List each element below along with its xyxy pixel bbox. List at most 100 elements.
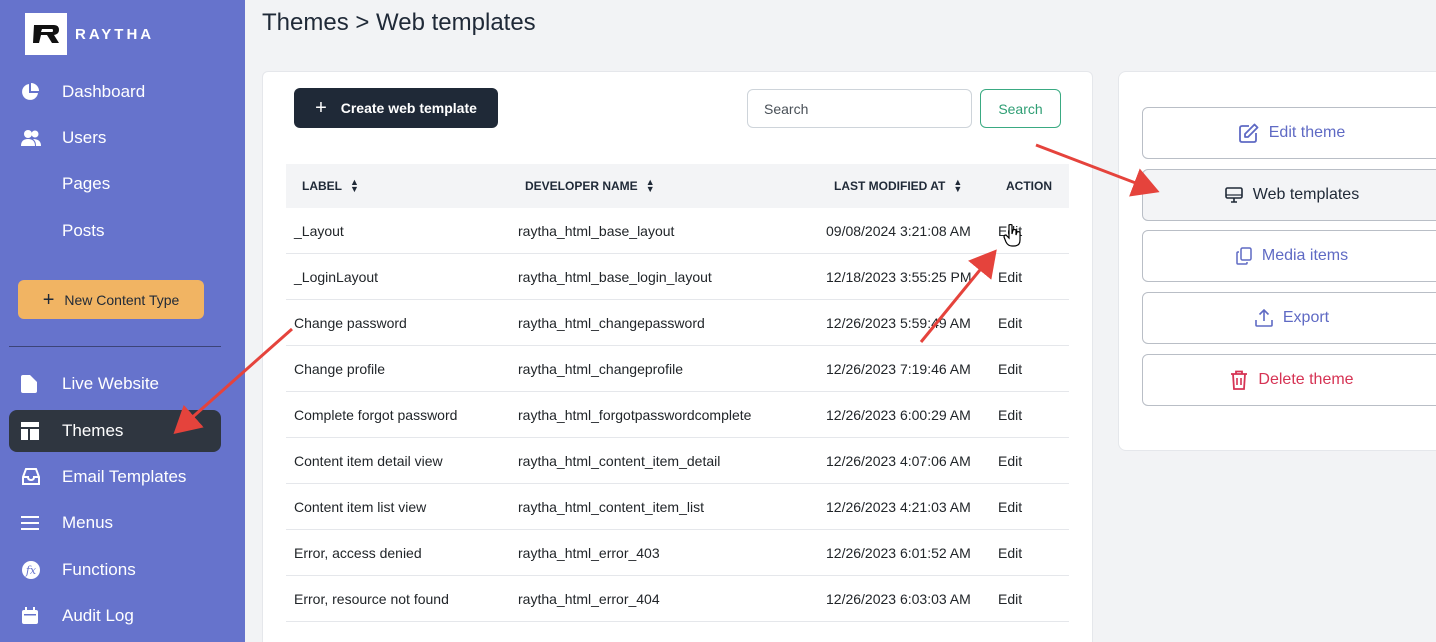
edit-link[interactable]: Edit: [998, 576, 1022, 622]
edit-link[interactable]: Edit: [998, 392, 1022, 438]
cell-modified: 12/26/2023 4:21:03 AM: [826, 499, 971, 515]
column-header-text: LABEL: [302, 179, 342, 193]
sidebar-item-pages[interactable]: Pages: [9, 163, 221, 205]
cell-modified: 12/26/2023 4:07:06 AM: [826, 453, 971, 469]
sidebar: RAYTHA Dashboard Users Pages Posts + New…: [0, 0, 245, 642]
sidebar-item-functions[interactable]: fx Functions: [9, 549, 221, 591]
brand-logo[interactable]: RAYTHA: [25, 13, 154, 55]
cell-developer-name: raytha_html_base_layout: [518, 223, 675, 239]
sidebar-item-audit-log[interactable]: Audit Log: [9, 595, 221, 637]
edit-link[interactable]: Edit: [998, 530, 1022, 576]
sidebar-item-email-templates[interactable]: Email Templates: [9, 456, 221, 498]
hand-cursor-icon: [1003, 224, 1021, 247]
edit-link[interactable]: Edit: [998, 254, 1022, 300]
column-header-text: ACTION: [1006, 179, 1052, 193]
table-row: _Layout raytha_html_base_layout 09/08/20…: [286, 208, 1069, 254]
cell-developer-name: raytha_html_base_login_layout: [518, 269, 712, 285]
edit-icon: [1238, 123, 1259, 143]
sidebar-item-label: Users: [62, 128, 107, 147]
cell-modified: 12/26/2023 6:01:52 AM: [826, 545, 971, 561]
table-row: Content item detail view raytha_html_con…: [286, 438, 1069, 484]
cell-developer-name: raytha_html_forgotpasswordcomplete: [518, 407, 752, 423]
cell-developer-name: raytha_html_error_404: [518, 591, 660, 607]
cell-developer-name: raytha_html_changeprofile: [518, 361, 683, 377]
raytha-logo-icon: [25, 13, 67, 55]
column-header-text: LAST MODIFIED AT: [834, 179, 946, 193]
cell-label: Change password: [294, 315, 407, 331]
users-icon: [21, 129, 51, 147]
column-header-text: DEVELOPER NAME: [525, 179, 638, 193]
cell-label: Content item detail view: [294, 453, 443, 469]
sidebar-item-label: Audit Log: [62, 606, 134, 625]
trash-icon: [1230, 370, 1248, 390]
table-row: Error, access denied raytha_html_error_4…: [286, 530, 1069, 576]
sidebar-item-users[interactable]: Users: [9, 117, 221, 159]
edit-link[interactable]: Edit: [998, 300, 1022, 346]
export-button[interactable]: Export: [1142, 292, 1436, 344]
column-header-last-modified[interactable]: LAST MODIFIED AT ▲ ▼: [834, 164, 962, 208]
function-icon: fx: [21, 560, 51, 580]
cell-modified: 12/18/2023 3:55:25 PM: [826, 269, 972, 285]
table-row: Error, resource not found raytha_html_er…: [286, 576, 1069, 622]
search-button[interactable]: Search: [980, 89, 1061, 128]
sidebar-item-label: Dashboard: [62, 82, 146, 101]
table-row: Change profile raytha_html_changeprofile…: [286, 346, 1069, 392]
sidebar-item-label: Pages: [62, 174, 111, 193]
sidebar-divider: [9, 346, 221, 347]
web-templates-button[interactable]: Web templates: [1142, 169, 1436, 221]
sidebar-item-live-website[interactable]: Live Website: [9, 363, 221, 405]
cell-modified: 12/26/2023 7:19:46 AM: [826, 361, 971, 377]
sidebar-item-menus[interactable]: Menus: [9, 502, 221, 544]
delete-theme-button[interactable]: Delete theme: [1142, 354, 1436, 406]
upload-icon: [1255, 309, 1273, 327]
calendar-icon: [21, 607, 51, 625]
column-header-label[interactable]: LABEL ▲ ▼: [302, 164, 359, 208]
export-label: Export: [1282, 309, 1330, 326]
sidebar-item-posts[interactable]: Posts: [9, 210, 221, 252]
sidebar-item-themes[interactable]: Themes: [9, 410, 221, 452]
table-row: _LoginLayout raytha_html_base_login_layo…: [286, 254, 1069, 300]
media-items-button[interactable]: Media items: [1142, 230, 1436, 282]
sidebar-item-label: Live Website: [62, 374, 160, 393]
table-row: Complete forgot password raytha_html_for…: [286, 392, 1069, 438]
new-content-type-label: New Content Type: [64, 291, 180, 308]
sort-icon: ▲ ▼: [350, 177, 359, 194]
column-header-developer-name[interactable]: DEVELOPER NAME ▲ ▼: [525, 164, 655, 208]
cell-label: Error, access denied: [294, 545, 422, 561]
page-title: Themes > Web templates: [262, 9, 536, 36]
table-row: Content item list view raytha_html_conte…: [286, 484, 1069, 530]
cell-label: Change profile: [294, 361, 386, 377]
create-web-template-button[interactable]: + Create web template: [294, 88, 498, 128]
search-input[interactable]: [747, 89, 972, 128]
cell-label: _LoginLayout: [294, 269, 379, 285]
plus-icon: +: [315, 97, 327, 119]
cell-label: _Layout: [294, 223, 344, 239]
sort-icon: ▲ ▼: [645, 177, 655, 194]
cell-label: Content item list view: [294, 499, 427, 515]
edit-theme-button[interactable]: Edit theme: [1142, 107, 1436, 159]
column-header-action: ACTION: [1006, 164, 1052, 208]
cell-developer-name: raytha_html_error_403: [518, 545, 660, 561]
cell-modified: 09/08/2024 3:21:08 AM: [826, 223, 971, 239]
sidebar-item-label: Posts: [62, 221, 105, 240]
create-web-template-label: Create web template: [340, 100, 477, 116]
sort-icon: ▲ ▼: [953, 177, 963, 194]
edit-theme-label: Edit theme: [1268, 124, 1346, 141]
sidebar-item-label: Menus: [62, 513, 114, 532]
sidebar-item-dashboard[interactable]: Dashboard: [9, 71, 221, 113]
sidebar-item-label: Themes: [62, 421, 124, 440]
delete-theme-label: Delete theme: [1258, 371, 1354, 388]
edit-link[interactable]: Edit: [998, 438, 1022, 484]
edit-link[interactable]: Edit: [998, 346, 1022, 392]
sidebar-item-label: Email Templates: [62, 467, 187, 486]
file-icon: [21, 375, 51, 393]
copy-icon: [1236, 247, 1252, 265]
pie-chart-icon: [21, 83, 51, 101]
cell-developer-name: raytha_html_changepassword: [518, 315, 705, 331]
inbox-icon: [21, 468, 51, 486]
svg-text:fx: fx: [25, 564, 37, 577]
web-templates-label: Web templates: [1252, 186, 1360, 203]
new-content-type-button[interactable]: + New Content Type: [18, 280, 204, 319]
edit-link[interactable]: Edit: [998, 484, 1022, 530]
cell-label: Error, resource not found: [294, 591, 449, 607]
